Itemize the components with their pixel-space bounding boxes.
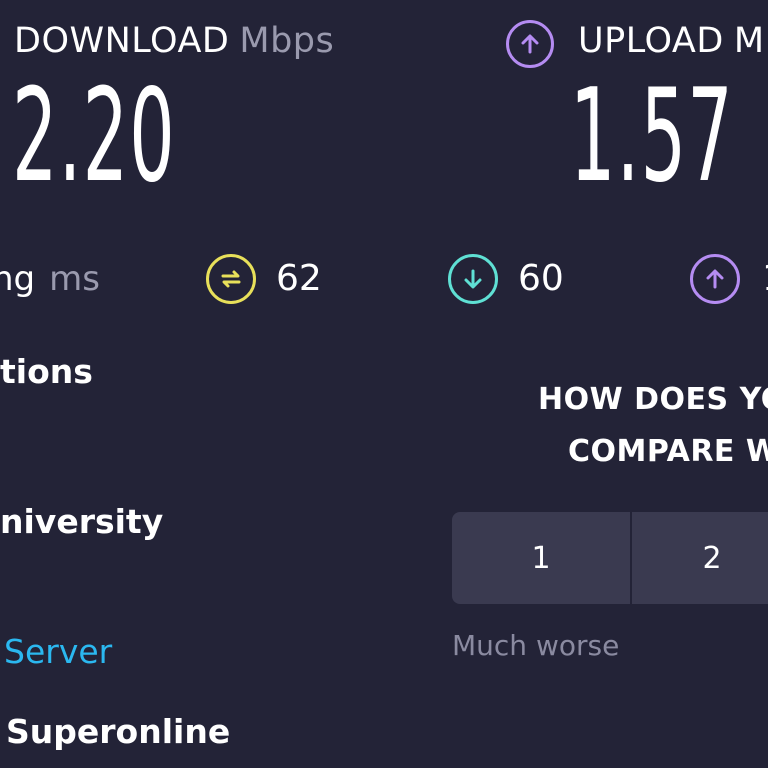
compare-question-line1: HOW DOES YO: [538, 382, 768, 417]
ping-download-value: 60: [518, 258, 564, 299]
upload-header: UPLOAD M: [578, 20, 765, 62]
ping-unloaded-value: 62: [276, 258, 322, 299]
upload-speed-value: 1.57: [570, 62, 734, 211]
rating-option-1-label: 1: [531, 540, 551, 576]
download-unit: Mbps: [239, 21, 335, 61]
compare-question-line2: COMPARE W: [568, 434, 768, 469]
arrow-up-circle-icon: [690, 254, 740, 304]
ping-label: ng: [0, 259, 36, 299]
server-host-name: niversity: [0, 502, 164, 541]
rating-hint-much-worse: Much worse: [452, 629, 620, 662]
upload-unit: M: [733, 21, 765, 61]
rating-option-2-button[interactable]: 2: [632, 512, 768, 604]
speedtest-result-view: DOWNLOAD Mbps 2.20 UPLOAD M 1.57 ng ms 62 6…: [0, 0, 768, 768]
upload-label: UPLOAD: [578, 21, 724, 61]
arrow-down-circle-icon: [448, 254, 498, 304]
change-server-link[interactable]: Server: [4, 632, 112, 672]
ping-circle-icon: [206, 254, 256, 304]
arrow-up-circle-icon: [506, 20, 554, 68]
rating-option-1-button[interactable]: 1: [452, 512, 630, 604]
connections-title: tions: [0, 352, 93, 391]
ping-label-row: ng ms: [0, 257, 100, 301]
ping-unit: ms: [49, 259, 100, 299]
download-header: DOWNLOAD Mbps: [14, 20, 334, 62]
provider-name: Superonline: [6, 712, 231, 751]
ping-upload-value: 1: [762, 257, 768, 301]
download-speed-value: 2.20: [12, 62, 176, 211]
download-label: DOWNLOAD: [14, 21, 230, 61]
rating-option-2-label: 2: [702, 540, 722, 576]
